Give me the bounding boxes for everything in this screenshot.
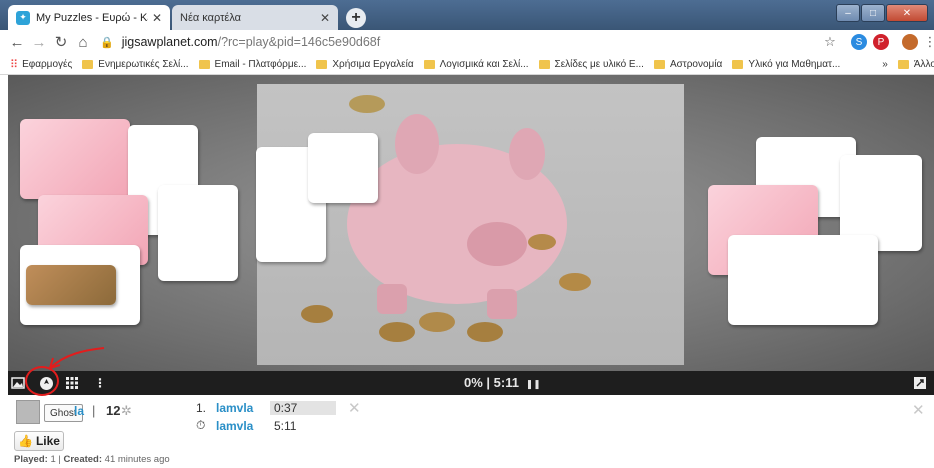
- folder-icon: [653, 59, 665, 69]
- back-icon[interactable]: ←: [6, 34, 28, 51]
- score-rank: 1.: [196, 401, 207, 415]
- bookmark-label: Εφαρμογές: [22, 58, 73, 70]
- bookmarks-bar: ⠿ Εφαρμογές Ενημερωτικές Σελί... Email -…: [0, 54, 934, 75]
- address-toolbar: ← → ↻ ⌂ 🔒 jigsawplanet.com /?rc=play&pid…: [0, 30, 934, 54]
- bookmark-folder[interactable]: Υλικό για Μαθηματ...: [732, 59, 840, 70]
- bookmark-label: Υλικό για Μαθηματ...: [748, 58, 841, 70]
- played-value: 1: [50, 454, 56, 465]
- more-bookmarks-button[interactable]: »: [882, 59, 888, 70]
- browser-window: ✦ My Puzzles - Ευρώ - Κέρματα - J ✕ Νέα …: [0, 0, 934, 468]
- annotation-arrow: [49, 347, 105, 369]
- bookmark-label: Ενημερωτικές Σελί...: [98, 58, 189, 70]
- score-time: 0:37: [270, 401, 336, 415]
- jigsawplanet-favicon-icon: ✦: [16, 10, 30, 25]
- score-row: 1. lamvla 0:37: [196, 401, 336, 415]
- address-bar[interactable]: 🔒 jigsawplanet.com /?rc=play&pid=146c5e9…: [100, 32, 820, 52]
- folder-icon: [732, 59, 744, 69]
- tab-close-icon[interactable]: ✕: [320, 11, 330, 25]
- puzzle-piece[interactable]: [308, 133, 378, 203]
- window-controls: – □ ✕: [835, 4, 928, 22]
- url-path: /?rc=play&pid=146c5e90d68f: [217, 35, 381, 49]
- profile-avatar[interactable]: [902, 34, 918, 50]
- bookmark-label: Λογισμικά και Σελί...: [439, 58, 529, 70]
- bookmark-folder[interactable]: Χρήσιμα Εργαλεία: [316, 58, 414, 70]
- bookmark-label: Email - Πλατφόρμε...: [214, 58, 307, 70]
- score-time: 5:11: [274, 418, 297, 433]
- bookmark-folder[interactable]: Λογισμικά και Σελί...: [423, 58, 529, 70]
- username-link[interactable]: la: [74, 404, 84, 418]
- home-icon[interactable]: ⌂: [72, 34, 94, 51]
- separator: |: [92, 403, 96, 418]
- extension-s-icon[interactable]: S: [851, 34, 867, 50]
- user-avatar[interactable]: [16, 400, 40, 424]
- bookmark-folder[interactable]: Ενημερωτικές Σελί...: [82, 58, 189, 70]
- pieces-count: 12: [106, 403, 121, 418]
- folder-icon: [538, 59, 550, 69]
- close-score-icon[interactable]: ✕: [348, 399, 361, 417]
- close-panel-icon[interactable]: ✕: [912, 401, 925, 419]
- bookmark-folder[interactable]: Αστρονομία: [653, 58, 723, 70]
- tab-new-tab[interactable]: Νέα καρτέλα ✕: [172, 5, 338, 30]
- puzzle-piece[interactable]: [158, 185, 238, 281]
- folder-icon: [82, 59, 94, 69]
- played-label: Played:: [14, 454, 48, 465]
- folder-icon: [316, 59, 328, 69]
- score-name-link[interactable]: lamvla: [216, 419, 270, 433]
- forward-icon[interactable]: →: [28, 34, 50, 51]
- close-window-button[interactable]: ✕: [886, 4, 928, 22]
- like-label: Like: [35, 434, 60, 448]
- browser-menu-icon[interactable]: ⋮: [922, 34, 934, 50]
- pinterest-icon[interactable]: P: [873, 34, 889, 50]
- bookmark-label: Χρήσιμα Εργαλεία: [332, 58, 414, 70]
- puzzle-stage[interactable]: [8, 75, 934, 371]
- folder-icon: [423, 59, 435, 69]
- bookmark-label: Σελίδες με υλικό Ε...: [554, 58, 644, 70]
- timer-icon: ⏱: [196, 418, 206, 432]
- puzzle-pieces-icon: ✲: [121, 403, 132, 418]
- score-row: ⏱ lamvla 5:11: [196, 418, 336, 433]
- fullscreen-icon[interactable]: [912, 375, 928, 391]
- minimize-button[interactable]: –: [836, 4, 860, 22]
- thumbs-up-icon: 👍: [18, 434, 33, 448]
- created-value: 41 minutes ago: [104, 454, 170, 465]
- image-icon[interactable]: [10, 375, 26, 391]
- tab-my-puzzles[interactable]: ✦ My Puzzles - Ευρώ - Κέρματα - J ✕: [8, 5, 170, 30]
- tab-title: My Puzzles - Ευρώ - Κέρματα - J: [36, 11, 148, 24]
- created-label: Created:: [63, 454, 103, 465]
- progress-timer: 0% | 5:11 ❚❚: [464, 375, 541, 390]
- folder-icon: [897, 59, 909, 69]
- pause-icon[interactable]: ❚❚: [526, 379, 541, 389]
- puzzle-piece[interactable]: [26, 265, 116, 305]
- lock-icon: 🔒: [100, 36, 114, 49]
- puzzle-meta: Played: 1 | Created: 41 minutes ago: [14, 454, 170, 465]
- bookmark-label: Άλλοι σελιδοδείκτε: [913, 58, 934, 70]
- tab-close-icon[interactable]: ✕: [152, 11, 162, 25]
- tab-title: Νέα καρτέλα: [180, 11, 242, 24]
- bookmark-label: Αστρονομία: [669, 58, 723, 70]
- bookmark-folder[interactable]: Σελίδες με υλικό Ε...: [538, 58, 644, 70]
- puzzle-piece[interactable]: [728, 235, 878, 325]
- puzzle-control-bar: ⋮ 0% | 5:11 ❚❚: [8, 371, 934, 395]
- folder-icon: [198, 59, 210, 69]
- progress-text: 0% | 5:11: [464, 375, 519, 390]
- like-button[interactable]: 👍 Like: [14, 431, 64, 451]
- bookmark-star-icon[interactable]: ☆: [822, 34, 838, 50]
- puzzle-piece[interactable]: [20, 119, 130, 199]
- apps-grid-icon: ⠿: [10, 58, 19, 71]
- score-name-link[interactable]: lamvla: [216, 401, 270, 415]
- tab-strip: ✦ My Puzzles - Ευρώ - Κέρματα - J ✕ Νέα …: [0, 0, 934, 30]
- bookmark-folder[interactable]: Email - Πλατφόρμε...: [198, 58, 307, 70]
- maximize-button[interactable]: □: [861, 4, 885, 22]
- more-bookmarks-label: »: [882, 58, 888, 70]
- grid-icon[interactable]: [64, 375, 80, 391]
- url-host: jigsawplanet.com: [121, 35, 218, 49]
- new-tab-button[interactable]: +: [346, 8, 366, 28]
- more-vertical-icon[interactable]: ⋮: [92, 375, 108, 391]
- bookmark-apps[interactable]: ⠿ Εφαρμογές: [10, 58, 72, 71]
- reload-icon[interactable]: ↻: [50, 33, 72, 51]
- other-bookmarks-folder[interactable]: Άλλοι σελιδοδείκτε: [897, 58, 934, 70]
